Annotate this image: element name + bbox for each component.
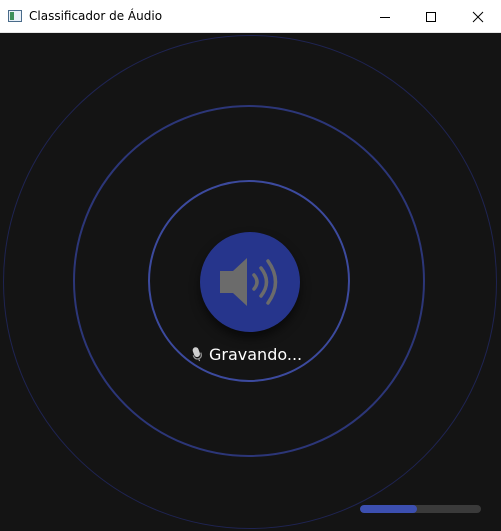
recording-status: Gravando... (190, 342, 315, 366)
maximize-icon (426, 11, 436, 22)
window-app-icon (8, 10, 22, 22)
minimize-button[interactable] (362, 0, 408, 33)
status-text: Gravando... (209, 344, 303, 364)
recording-progress-bar (360, 505, 481, 513)
close-button[interactable] (455, 0, 501, 33)
title-bar: Classificador de Áudio (0, 0, 501, 33)
window-title: Classificador de Áudio (29, 9, 163, 23)
close-icon (472, 11, 484, 22)
record-button[interactable] (200, 232, 300, 332)
progress-fill (360, 505, 417, 513)
maximize-button[interactable] (408, 0, 454, 33)
microphone-icon (192, 347, 202, 362)
speaker-volume-icon (220, 258, 278, 306)
app-canvas: Gravando... (0, 33, 501, 531)
minimize-icon (380, 16, 390, 18)
